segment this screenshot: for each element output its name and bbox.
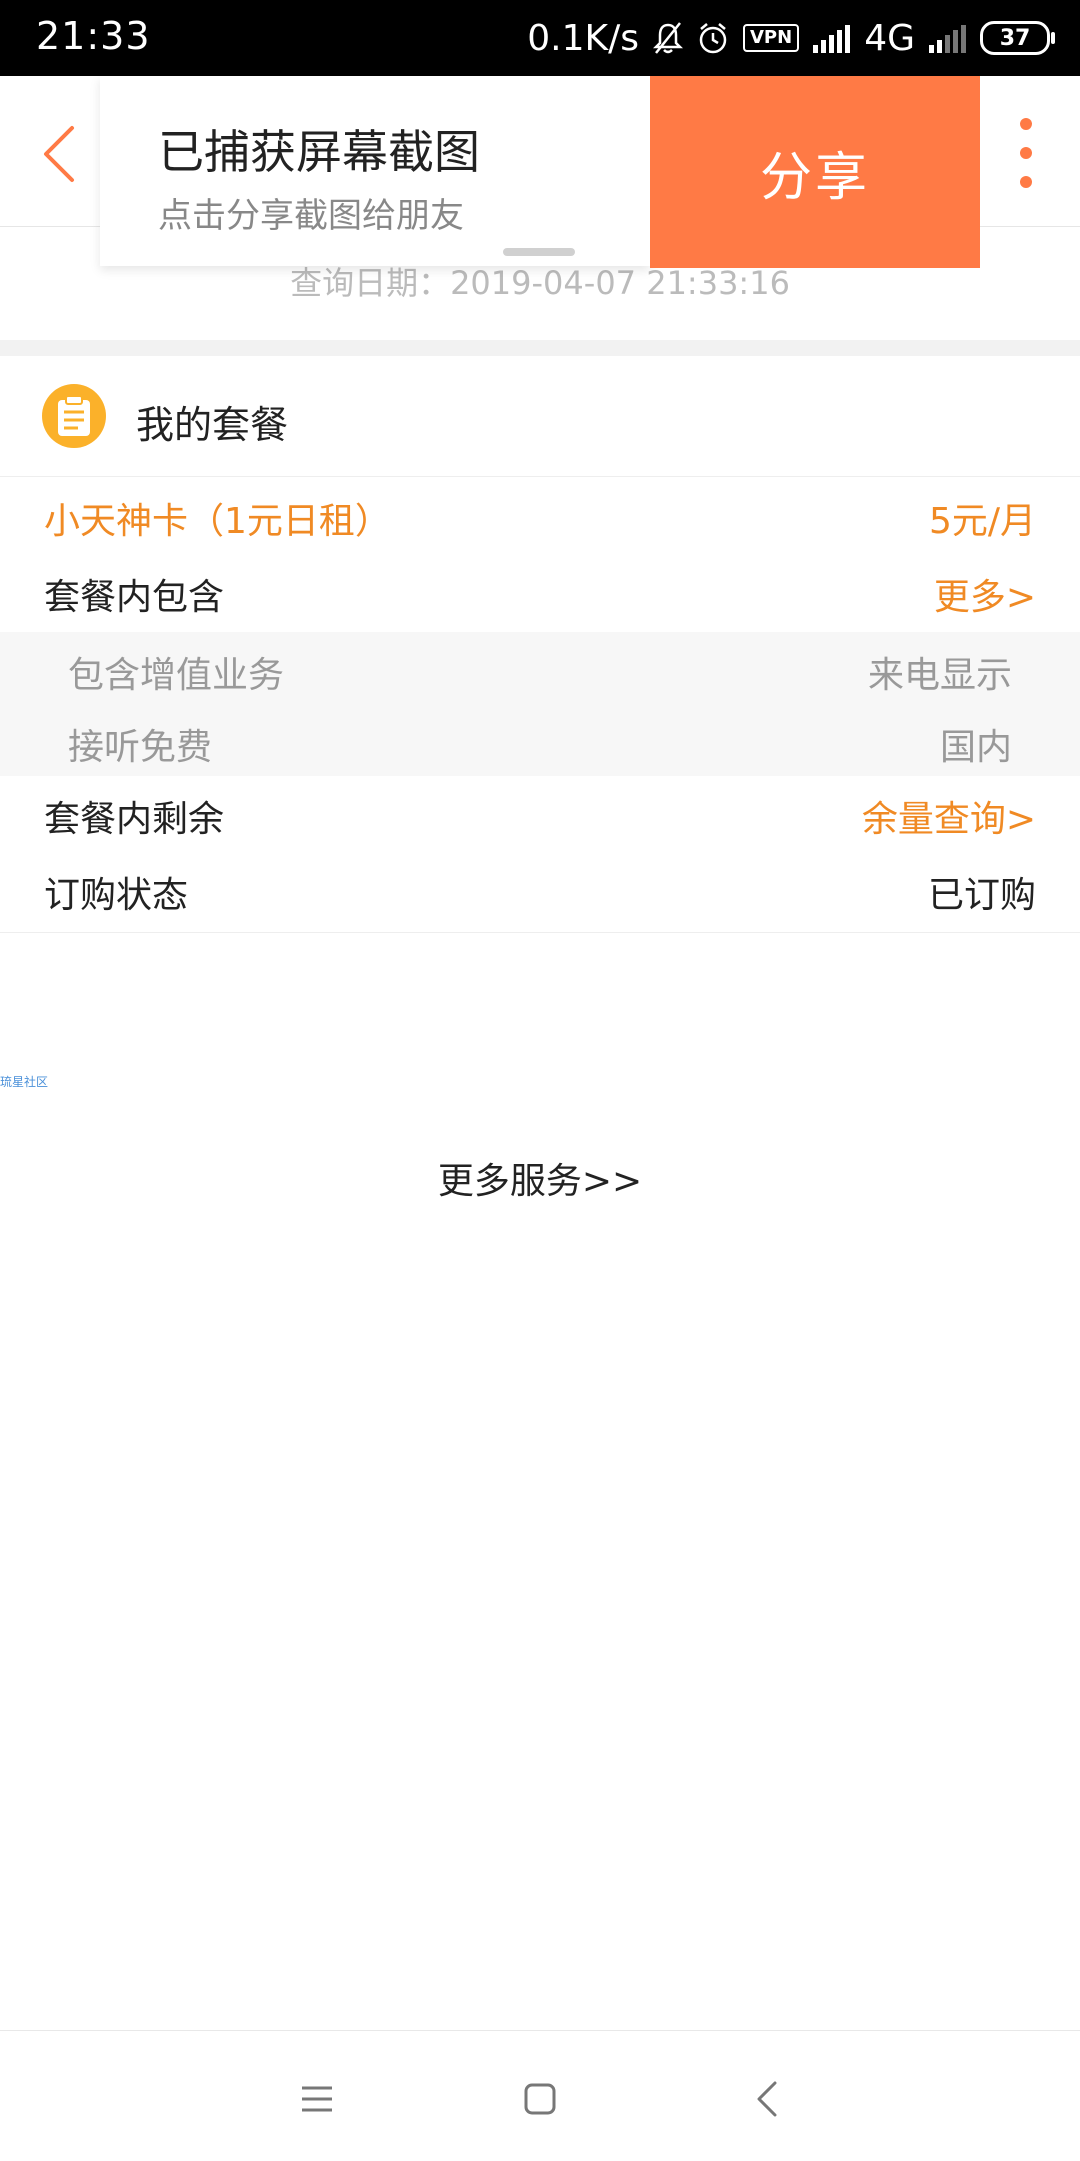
- screenshot-title: 已捕获屏幕截图: [158, 125, 480, 179]
- mute-bell-icon: [653, 22, 683, 54]
- network-type: 4G: [864, 17, 915, 59]
- vpn-badge: VPN: [743, 24, 800, 52]
- status-bar: 21:33 0.1K/s VPN 4G 37: [0, 0, 1080, 76]
- share-button[interactable]: 分享: [650, 76, 980, 268]
- home-icon[interactable]: [510, 2069, 570, 2129]
- clipboard-icon: [42, 384, 106, 448]
- item-label: 接听免费: [68, 727, 213, 768]
- alarm-icon: [699, 23, 727, 54]
- system-nav-bar: [0, 2030, 1080, 2161]
- order-status-label: 订购状态: [44, 875, 189, 916]
- order-status-row: 订购状态 已订购: [0, 852, 1080, 928]
- section-gap: [0, 340, 1080, 356]
- community-link[interactable]: 琉星社区: [0, 1073, 48, 1090]
- screenshot-captured-card[interactable]: 已捕获屏幕截图 点击分享截图给朋友: [100, 76, 650, 266]
- package-price: 5元/月: [928, 501, 1036, 542]
- signal-icon: [813, 23, 851, 53]
- package-name: 小天神卡（1元日租）: [44, 501, 391, 542]
- package-section-header: 我的套餐: [0, 356, 1080, 477]
- included-label: 套餐内包含: [44, 577, 225, 618]
- order-status-value: 已订购: [927, 875, 1036, 916]
- item-value: 国内: [939, 727, 1012, 768]
- battery-level: 37: [999, 25, 1031, 51]
- status-time: 21:33: [36, 14, 151, 58]
- package-section-title: 我的套餐: [136, 403, 289, 447]
- screenshot-subtitle: 点击分享截图给朋友: [158, 196, 464, 236]
- back-arrow-icon[interactable]: [40, 124, 80, 184]
- list-item: 包含增值业务 来电显示: [0, 632, 1080, 704]
- signal-2-icon: [929, 23, 966, 53]
- nav-back-icon[interactable]: [737, 2069, 797, 2129]
- network-speed: 0.1K/s: [527, 17, 639, 59]
- balance-query-link[interactable]: 余量查询>: [862, 790, 1036, 842]
- item-value: 来电显示: [867, 655, 1012, 696]
- drag-handle[interactable]: [503, 248, 575, 256]
- divider: [0, 932, 1080, 933]
- list-item: 接听免费 国内: [0, 704, 1080, 776]
- package-name-row: 小天神卡（1元日租） 5元/月: [0, 478, 1080, 554]
- remaining-label: 套餐内剩余: [44, 799, 225, 840]
- included-row: 套餐内包含 更多>: [0, 554, 1080, 630]
- status-icons: 0.1K/s VPN 4G 37: [527, 14, 1055, 62]
- remaining-row: 套餐内剩余 余量查询>: [0, 776, 1080, 852]
- more-vertical-icon[interactable]: [1016, 118, 1036, 188]
- item-label: 包含增值业务: [68, 655, 285, 696]
- battery-icon: 37: [980, 21, 1055, 55]
- menu-icon[interactable]: [287, 2069, 347, 2129]
- more-services-link[interactable]: 更多服务>>: [0, 1152, 1080, 1204]
- included-more-link[interactable]: 更多>: [934, 568, 1036, 620]
